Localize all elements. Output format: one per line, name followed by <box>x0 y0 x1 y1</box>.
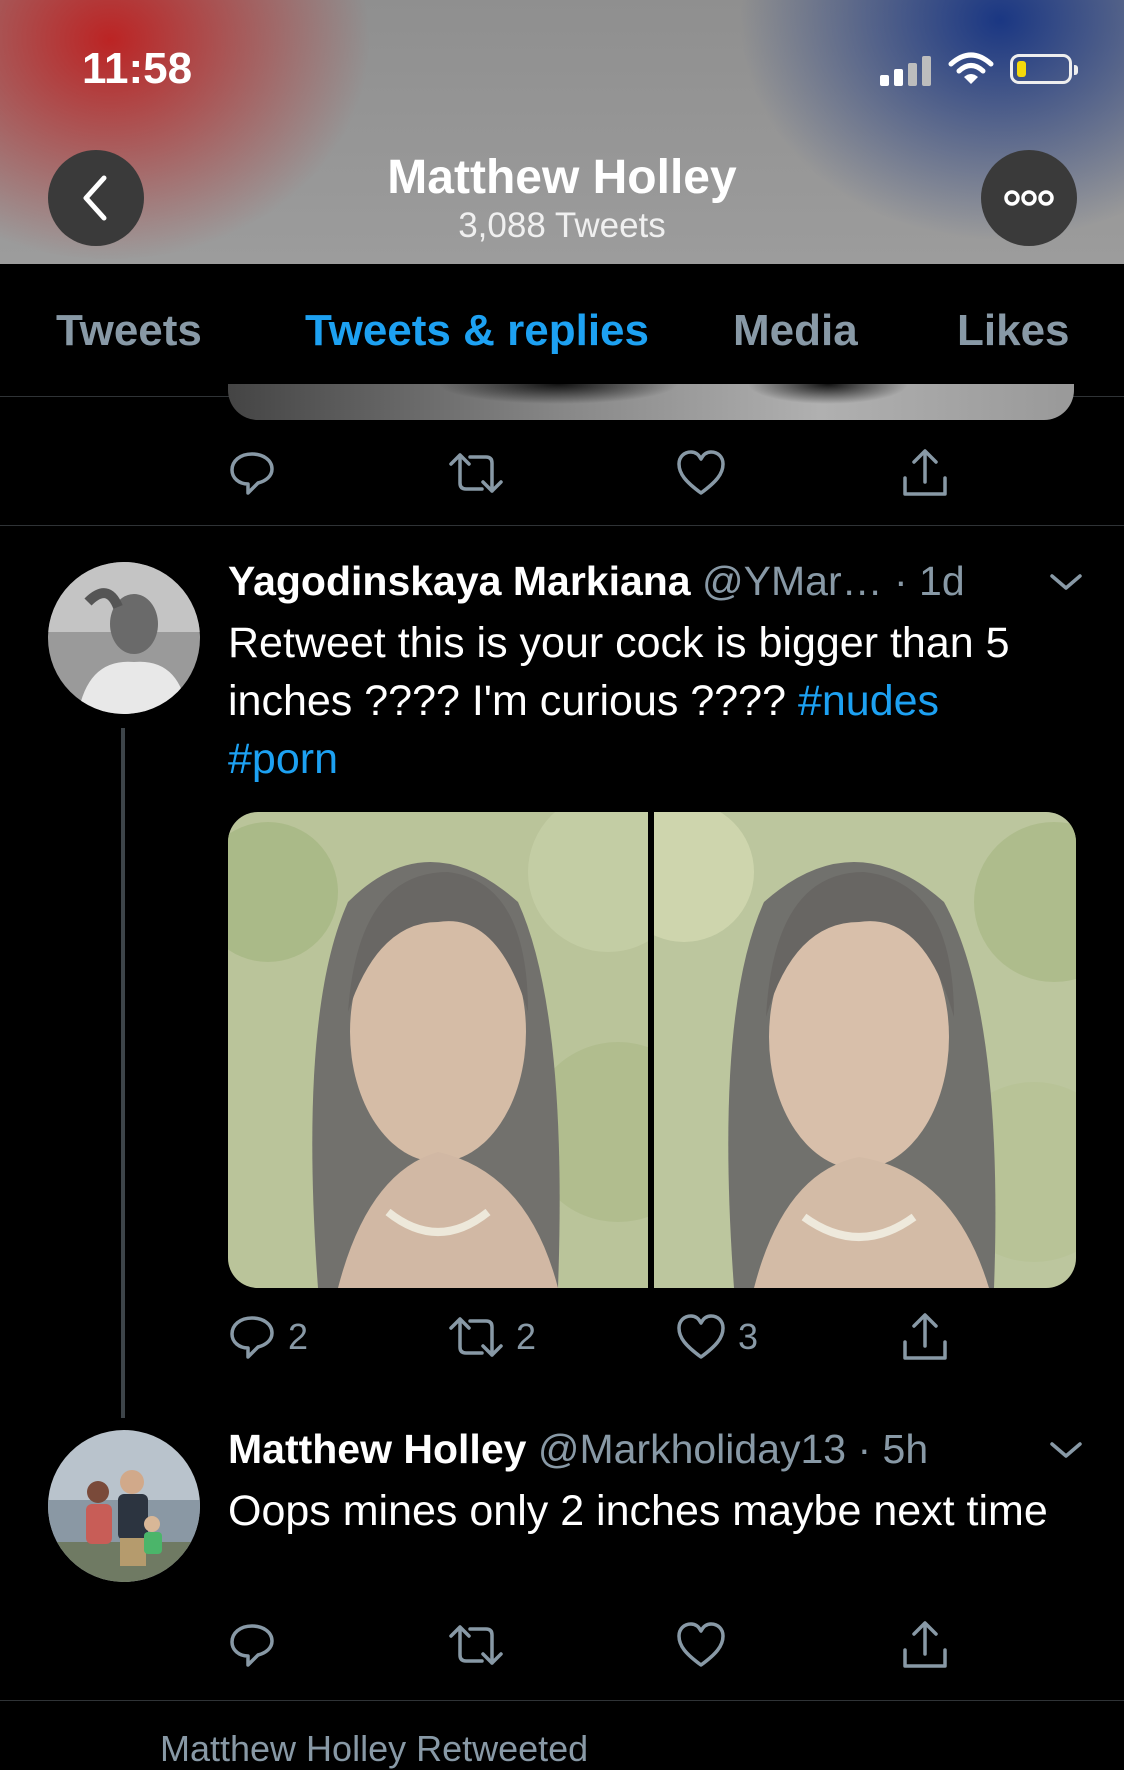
hashtag-link[interactable]: #porn <box>228 735 338 783</box>
more-options-button[interactable] <box>981 150 1077 246</box>
like-button[interactable]: 3 <box>676 1312 758 1362</box>
retweeted-by-label: Matthew Holley Retweeted <box>160 1728 589 1769</box>
retweet-icon <box>449 1317 503 1357</box>
hashtag-link[interactable]: #nudes <box>798 677 939 725</box>
tweet-photo[interactable] <box>228 812 648 1288</box>
tweet-count: 3,088 Tweets <box>458 206 666 245</box>
wifi-icon <box>948 52 994 84</box>
reply-icon <box>230 1316 274 1359</box>
share-icon <box>903 449 947 496</box>
previous-tweet-media[interactable] <box>228 384 1074 420</box>
profile-tabs: Tweets Tweets & replies Media Likes <box>0 264 1124 397</box>
tab-media[interactable]: Media <box>733 306 858 356</box>
share-icon <box>903 1621 947 1668</box>
reply-count: 2 <box>288 1316 309 1357</box>
tweet-photo[interactable] <box>654 812 1076 1288</box>
handle-and-time[interactable]: @YMar… · 1d <box>702 558 965 604</box>
share-button[interactable] <box>900 1620 950 1670</box>
tweet-actions <box>228 1620 1088 1670</box>
thread-line <box>121 728 125 1418</box>
like-count: 3 <box>738 1316 759 1357</box>
reply-icon <box>230 452 274 495</box>
display-name[interactable]: Matthew Holley <box>228 1426 526 1472</box>
like-icon <box>677 1622 725 1667</box>
tweet-header: Yagodinskaya Markiana @YMar… · 1d <box>228 558 965 605</box>
tweet-text: Retweet this is your cock is bigger than… <box>228 614 1088 788</box>
chevron-down-icon[interactable] <box>1048 568 1084 596</box>
previous-tweet-actions <box>228 448 1088 498</box>
display-name[interactable]: Yagodinskaya Markiana <box>228 558 691 604</box>
tweet-divider <box>0 1700 1124 1701</box>
retweet-count: 2 <box>516 1316 537 1357</box>
reply-button[interactable]: 2 <box>228 1312 308 1362</box>
retweet-button[interactable]: 2 <box>448 1312 536 1362</box>
avatar[interactable] <box>48 562 200 714</box>
tweet-actions: 2 2 3 <box>228 1312 1088 1362</box>
tab-tweets[interactable]: Tweets <box>56 306 202 356</box>
share-button[interactable] <box>900 1312 950 1362</box>
status-time: 11:58 <box>82 44 193 93</box>
battery-icon <box>1010 54 1078 84</box>
avatar[interactable] <box>48 1430 200 1582</box>
retweet-button[interactable] <box>448 1620 504 1670</box>
tweet-divider <box>0 525 1124 526</box>
tweet-header: Matthew Holley @Markholiday13 · 5h <box>228 1426 928 1473</box>
tab-tweets-and-replies[interactable]: Tweets & replies <box>305 306 649 356</box>
share-icon <box>903 1313 947 1360</box>
more-icon <box>1004 190 1054 206</box>
like-button[interactable] <box>676 448 726 498</box>
chevron-down-icon[interactable] <box>1048 1436 1084 1464</box>
like-button[interactable] <box>676 1620 726 1670</box>
retweet-icon <box>449 1625 503 1665</box>
profile-header: 11:58 Matthew Holley 3,088 Tweets <box>0 0 1124 264</box>
retweet-button[interactable] <box>448 448 504 498</box>
tab-likes[interactable]: Likes <box>957 306 1070 356</box>
retweet-icon <box>449 453 503 493</box>
reply-button[interactable] <box>228 1620 276 1670</box>
handle-and-time[interactable]: @Markholiday13 · 5h <box>538 1426 928 1472</box>
tweet-media <box>228 812 1076 1288</box>
reply-icon <box>230 1624 274 1667</box>
like-icon <box>677 450 725 495</box>
like-icon <box>677 1314 725 1359</box>
tweet-text: Oops mines only 2 inches maybe next time <box>228 1487 1048 1535</box>
share-button[interactable] <box>900 448 950 498</box>
reply-button[interactable] <box>228 448 276 498</box>
profile-name: Matthew Holley <box>387 151 737 204</box>
cellular-signal-icon <box>880 56 934 86</box>
